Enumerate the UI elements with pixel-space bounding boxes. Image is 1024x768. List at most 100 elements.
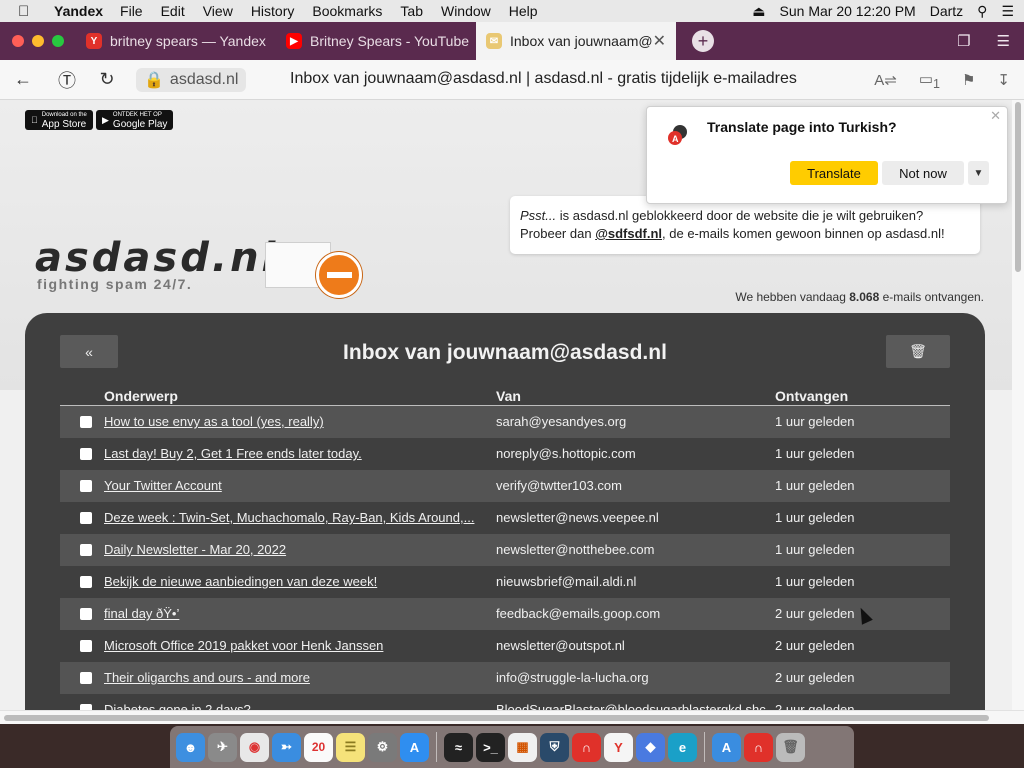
scroll-thumb[interactable] [4, 715, 989, 721]
site-tagline: fighting spam 24/7. [37, 276, 193, 292]
magnet2-icon[interactable]: ∩ [744, 732, 773, 762]
office-icon[interactable]: ▦ [508, 732, 537, 762]
email-subject-link[interactable]: Their oligarchs and ours - and more [104, 670, 489, 685]
notes-icon[interactable]: ☰ [336, 732, 365, 762]
chevron-down-icon[interactable]: ▼ [968, 161, 989, 185]
email-sender: info@struggle-la-lucha.org [496, 670, 649, 685]
scroll-thumb[interactable] [1015, 102, 1021, 272]
email-subject-link[interactable]: Daily Newsletter - Mar 20, 2022 [104, 542, 489, 557]
app-store-badge[interactable]:  Download on the App Store [25, 110, 93, 130]
yandex-home-icon[interactable]: Ⓣ [56, 67, 78, 93]
row-checkbox[interactable] [80, 544, 92, 556]
menu-history[interactable]: History [251, 3, 295, 19]
not-now-button[interactable]: Not now [882, 161, 964, 185]
email-subject-link[interactable]: How to use envy as a tool (yes, really) [104, 414, 489, 429]
table-row[interactable]: Last day! Buy 2, Get 1 Free ends later t… [60, 438, 950, 470]
row-checkbox[interactable] [80, 512, 92, 524]
vpn-icon[interactable]: ◆ [636, 732, 665, 762]
control-center-icon[interactable]: ☰ [1001, 3, 1014, 20]
app-store-icon[interactable]: A [400, 732, 429, 762]
close-window-button[interactable] [12, 35, 24, 47]
menu-clock[interactable]: Sun Mar 20 12:20 PM [780, 3, 916, 19]
tab-yandex-search[interactable]: Y britney spears — Yandex [76, 22, 276, 60]
system-preferences-icon[interactable]: ⚙ [368, 732, 397, 762]
menu-bookmarks[interactable]: Bookmarks [312, 3, 382, 19]
email-subject-link[interactable]: Diabetes gone in 2 days? [104, 702, 489, 710]
email-sender: BloodSugarBlaster@bloodsugarblasterqkd.s… [496, 702, 766, 710]
column-received: Ontvangen [775, 388, 849, 404]
reload-icon[interactable]: ↻ [96, 69, 118, 90]
menu-help[interactable]: Help [509, 3, 538, 19]
menu-view[interactable]: View [203, 3, 233, 19]
spotlight-search-icon[interactable]: ⚲ [977, 3, 987, 20]
menu-user[interactable]: Dartz [930, 3, 963, 19]
page-title[interactable]: Inbox van jouwnaam@asdasd.nl | asdasd.nl… [290, 70, 797, 88]
email-subject-link[interactable]: Deze week : Twin-Set, Muchachomalo, Ray-… [104, 510, 489, 525]
table-row[interactable]: Microsoft Office 2019 pakket voor Henk J… [60, 630, 950, 662]
apple-menu-icon[interactable]:  [18, 3, 40, 20]
bookmark-icon[interactable]: ⚑ [962, 71, 975, 89]
table-row[interactable]: Daily Newsletter - Mar 20, 2022 newslett… [60, 534, 950, 566]
safari-icon[interactable]: ➳ [272, 732, 301, 762]
table-row[interactable]: Diabetes gone in 2 days? BloodSugarBlast… [60, 694, 950, 710]
row-checkbox[interactable] [80, 416, 92, 428]
back-arrow-icon[interactable]: ← [12, 69, 34, 90]
email-subject-link[interactable]: Bekijk de nieuwe aanbiedingen van deze w… [104, 574, 489, 589]
menu-edit[interactable]: Edit [161, 3, 185, 19]
calendar-icon[interactable]: 20 [304, 732, 333, 762]
launchpad-icon[interactable]: ✈ [208, 732, 237, 762]
trash-icon[interactable]: 🗑 [776, 732, 805, 762]
shield-icon[interactable]: ⛨ [540, 732, 569, 762]
vertical-scrollbar[interactable] [1012, 100, 1024, 710]
magnet-icon[interactable]: ∩ [572, 732, 601, 762]
chrome-icon[interactable]: ◉ [240, 732, 269, 762]
translate-icon[interactable]: A⇌ [874, 71, 897, 89]
table-row[interactable]: Deze week : Twin-Set, Muchachomalo, Ray-… [60, 502, 950, 534]
finder-icon[interactable]: ☻ [176, 732, 205, 762]
table-row[interactable]: Their oligarchs and ours - and more info… [60, 662, 950, 694]
row-checkbox[interactable] [80, 448, 92, 460]
translate-button[interactable]: Translate [790, 161, 878, 185]
stocks-icon[interactable]: ≈ [444, 732, 473, 762]
row-checkbox[interactable] [80, 640, 92, 652]
row-checkbox[interactable] [80, 608, 92, 620]
row-checkbox[interactable] [80, 576, 92, 588]
youtube-icon: ▶ [286, 33, 302, 49]
menu-file[interactable]: File [120, 3, 143, 19]
site-logo[interactable]: asdasd.nl [35, 235, 278, 281]
terminal-icon[interactable]: >_ [476, 732, 505, 762]
close-tab-icon[interactable]: ✕ [653, 31, 666, 51]
google-play-badge[interactable]: ▶ ONTDEK HET OP Google Play [96, 110, 174, 130]
tab-youtube[interactable]: ▶ Britney Spears - YouTube [276, 22, 476, 60]
edge-icon[interactable]: e [668, 732, 697, 762]
email-subject-link[interactable]: Last day! Buy 2, Get 1 Free ends later t… [104, 446, 489, 461]
tab-overview-icon[interactable]: ❐ [957, 32, 970, 50]
delete-button[interactable]: 🗑 [886, 335, 950, 368]
menu-app-name[interactable]: Yandex [54, 3, 103, 19]
email-subject-link[interactable]: Your Twitter Account [104, 478, 489, 493]
row-checkbox[interactable] [80, 480, 92, 492]
hamburger-menu-icon[interactable]: ☰ [997, 32, 1010, 50]
download-icon[interactable]: ↧ [997, 71, 1010, 89]
email-subject-link[interactable]: final day ðŸ•’ [104, 606, 489, 621]
horizontal-scrollbar[interactable] [0, 710, 1024, 724]
downloads-icon[interactable]: A [712, 732, 741, 762]
extension-icon[interactable]: ▭1 [919, 70, 940, 91]
zoom-window-button[interactable] [52, 35, 64, 47]
yandex-icon[interactable]: Y [604, 732, 633, 762]
table-row[interactable]: Bekijk de nieuwe aanbiedingen van deze w… [60, 566, 950, 598]
eject-icon[interactable]: ⏏ [752, 3, 765, 20]
alternative-domain-link[interactable]: @sdfsdf.nl [595, 226, 662, 241]
table-row[interactable]: final day ðŸ•’ feedback@emails.goop.com … [60, 598, 950, 630]
new-tab-button[interactable]: + [692, 30, 714, 52]
menu-window[interactable]: Window [441, 3, 491, 19]
menu-tab[interactable]: Tab [400, 3, 423, 19]
minimize-window-button[interactable] [32, 35, 44, 47]
email-subject-link[interactable]: Microsoft Office 2019 pakket voor Henk J… [104, 638, 489, 653]
site-info-pill[interactable]: 🔒 asdasd.nl [136, 67, 247, 92]
close-icon[interactable]: ✕ [990, 108, 1001, 124]
tab-inbox[interactable]: ✉ Inbox van jouwnaam@asdasd.nl ✕ [476, 22, 676, 60]
row-checkbox[interactable] [80, 672, 92, 684]
table-row[interactable]: How to use envy as a tool (yes, really) … [60, 406, 950, 438]
table-row[interactable]: Your Twitter Account verify@twtter103.co… [60, 470, 950, 502]
